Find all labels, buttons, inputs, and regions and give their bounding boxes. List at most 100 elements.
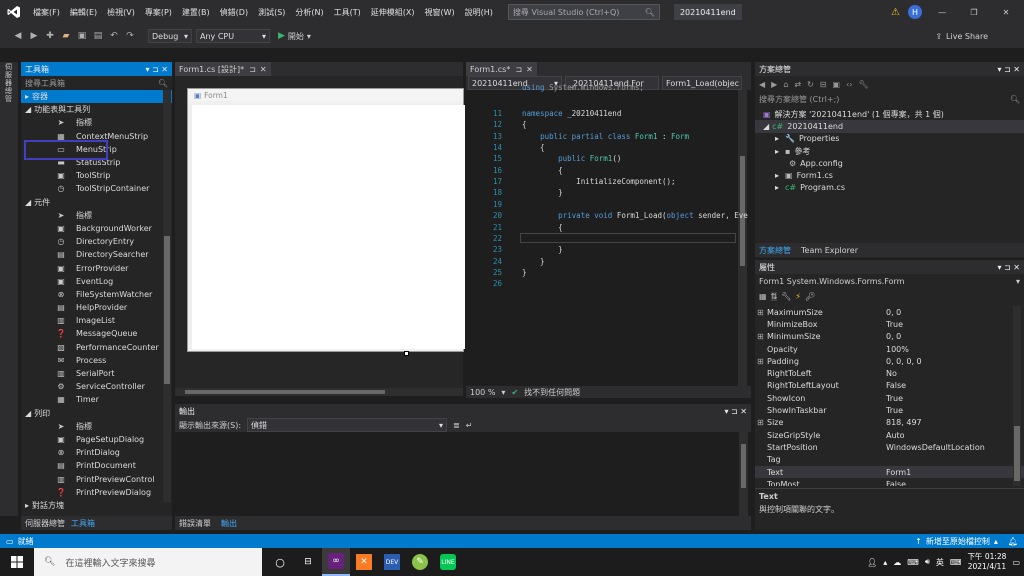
- toolbox-item[interactable]: ✉ Process: [21, 354, 172, 367]
- solution-search[interactable]: 搜尋方案總管 (Ctrl+;) 🔍︎: [755, 92, 1024, 106]
- notification-icon[interactable]: ▭: [1012, 558, 1020, 567]
- cortana-icon[interactable]: ○: [266, 548, 294, 576]
- property-value[interactable]: Auto: [886, 431, 905, 440]
- solution-item[interactable]: ⚙ App.config: [755, 157, 1024, 169]
- output-text-area[interactable]: [175, 432, 739, 516]
- toolbox-item[interactable]: ▥ SerialPort: [21, 367, 172, 380]
- expand-icon[interactable]: ▸: [775, 171, 779, 180]
- category-components[interactable]: ◢ 元件: [21, 196, 172, 209]
- property-value[interactable]: 100%: [886, 345, 909, 354]
- property-row[interactable]: SizeGripStyle Auto: [755, 429, 1024, 441]
- toolbox-item[interactable]: ➤ 指標: [21, 420, 172, 433]
- visual-studio-logo-icon[interactable]: [0, 0, 28, 24]
- events-icon[interactable]: ⚡: [795, 292, 801, 301]
- toolbox-item[interactable]: ▣ ErrorProvider: [21, 261, 172, 274]
- show-all-icon[interactable]: ▣: [833, 80, 841, 89]
- toolbox-item[interactable]: ➤ 指標: [21, 209, 172, 222]
- expand-icon[interactable]: ▸: [775, 134, 779, 143]
- expand-icon[interactable]: ⊞: [757, 308, 764, 317]
- refresh-icon[interactable]: ↻: [807, 80, 814, 89]
- alphabetical-icon[interactable]: ⇅: [770, 291, 778, 301]
- taskbar-search[interactable]: 🔍︎ 在這裡輸入文字來搜尋: [34, 548, 262, 576]
- forward-icon[interactable]: ▶: [28, 30, 40, 42]
- panel-controls[interactable]: ▾ ⊐ ✕: [724, 407, 747, 416]
- open-icon[interactable]: ▰: [60, 30, 72, 42]
- toolbox-item[interactable]: ▤ DirectorySearcher: [21, 248, 172, 261]
- tab-server-explorer[interactable]: 伺服器總管: [25, 518, 65, 529]
- toolbox-search[interactable]: 搜尋工具箱 🔍︎: [21, 76, 172, 90]
- property-value[interactable]: WindowsDefaultLocation: [886, 443, 985, 452]
- close-icon[interactable]: ✕: [260, 65, 267, 74]
- form-preview[interactable]: ▣ Form1: [187, 88, 465, 356]
- property-value[interactable]: 0, 0: [886, 332, 901, 341]
- menu-item[interactable]: 偵錯(D): [215, 7, 253, 18]
- live-share-button[interactable]: ⇪ Live Share: [935, 32, 988, 41]
- close-icon[interactable]: ✕: [526, 65, 533, 74]
- toolbox-item[interactable]: ➤ 指標: [21, 116, 172, 129]
- search-input[interactable]: 搜尋 Visual Studio (Ctrl+Q) 🔍︎: [507, 4, 660, 20]
- resize-handle[interactable]: [404, 351, 409, 356]
- toolbox-item[interactable]: ◷ DirectoryEntry: [21, 235, 172, 248]
- properties-view-icon[interactable]: 🔧︎: [781, 292, 791, 301]
- property-row[interactable]: RightToLeftLayout False: [755, 380, 1024, 392]
- chevron-up-icon[interactable]: ▴: [883, 558, 887, 567]
- save-icon[interactable]: ▣: [76, 30, 88, 42]
- scroll-thumb[interactable]: [741, 444, 746, 488]
- menu-item[interactable]: 檢視(V): [102, 7, 140, 18]
- issues-status[interactable]: 找不到任何問題: [524, 387, 580, 398]
- toolbox-item[interactable]: ▣ PageSetupDialog: [21, 433, 172, 446]
- solution-item[interactable]: ▸ ▪ 參考: [755, 145, 1024, 157]
- keyboard-icon[interactable]: ⌨: [950, 558, 962, 567]
- network-icon[interactable]: ⌨: [907, 558, 919, 567]
- property-value[interactable]: True: [886, 406, 903, 415]
- pin-icon[interactable]: ⊐: [515, 65, 522, 74]
- panel-controls[interactable]: ▾ ⊐ ✕: [145, 65, 168, 74]
- source-control-button[interactable]: ↑ 新增至原始檔控制 ▴ 🔔︎: [915, 536, 1018, 547]
- bell-icon[interactable]: 🔔︎: [1008, 537, 1018, 546]
- property-pages-icon[interactable]: 🔑︎: [805, 292, 815, 301]
- toolbox-item[interactable]: ⊗ FileSystemWatcher: [21, 288, 172, 301]
- category-printing[interactable]: ◢ 列印: [21, 407, 172, 420]
- property-value[interactable]: False: [886, 480, 906, 486]
- toolbox-item[interactable]: ▥ PrintPreviewControl: [21, 472, 172, 485]
- word-wrap-icon[interactable]: ↵: [466, 421, 473, 430]
- visual-studio-taskbar-icon[interactable]: ∞: [322, 548, 350, 576]
- scroll-thumb[interactable]: [164, 236, 170, 384]
- zoom-level[interactable]: 100 %: [470, 388, 495, 397]
- devcpp-icon[interactable]: DEV: [378, 548, 406, 576]
- designer-h-scrollbar[interactable]: [175, 388, 463, 396]
- toolbox-item[interactable]: ❓ MessageQueue: [21, 327, 172, 340]
- properties-object-select[interactable]: Form1 System.Windows.Forms.Form ▾: [755, 274, 1024, 288]
- property-value[interactable]: True: [886, 394, 903, 403]
- property-value[interactable]: True: [886, 320, 903, 329]
- toolbox-item[interactable]: ▣ EventLog: [21, 275, 172, 288]
- toolbox-item[interactable]: ▦ Timer: [21, 393, 172, 406]
- toolbox-item[interactable]: ⊗ PrintDialog: [21, 446, 172, 459]
- property-row[interactable]: ⊞ Size 818, 497: [755, 417, 1024, 429]
- forward-icon[interactable]: ▶: [771, 80, 777, 89]
- category-dialogs[interactable]: ▸ 對話方塊: [21, 499, 172, 512]
- home-icon[interactable]: ⌂: [783, 80, 788, 89]
- properties-icon[interactable]: 🔧︎: [858, 80, 868, 89]
- menu-item[interactable]: 延伸模組(X): [366, 7, 420, 18]
- solution-item[interactable]: ▸ ▣ Form1.cs: [755, 169, 1024, 181]
- scroll-thumb[interactable]: [1014, 426, 1020, 481]
- category-containers[interactable]: ▸ 容器: [21, 90, 172, 104]
- notification-warning-icon[interactable]: ⚠: [891, 7, 900, 18]
- solution-item[interactable]: ▸ 🔧 Properties: [755, 133, 1024, 145]
- paint-icon[interactable]: ✎: [406, 548, 434, 576]
- categorized-icon[interactable]: ▦: [759, 292, 767, 301]
- volume-icon[interactable]: 🔊︎: [925, 557, 930, 567]
- menu-item[interactable]: 工具(T): [329, 7, 366, 18]
- config-select[interactable]: Debug ▾: [148, 29, 192, 43]
- xampp-icon[interactable]: ✕: [350, 548, 378, 576]
- property-row[interactable]: ⊞ Padding 0, 0, 0, 0: [755, 355, 1024, 367]
- menu-item[interactable]: 測試(S): [253, 7, 290, 18]
- tab-solution-explorer[interactable]: 方案總管: [759, 245, 791, 256]
- property-value[interactable]: Form1: [886, 468, 911, 477]
- back-icon[interactable]: ◀: [759, 80, 765, 89]
- undo-icon[interactable]: ↶: [108, 30, 120, 42]
- clock[interactable]: 下午 01:28 2021/4/11: [967, 552, 1006, 572]
- server-explorer-tab[interactable]: 伺服器總管: [5, 63, 13, 103]
- tab-team-explorer[interactable]: Team Explorer: [801, 246, 858, 255]
